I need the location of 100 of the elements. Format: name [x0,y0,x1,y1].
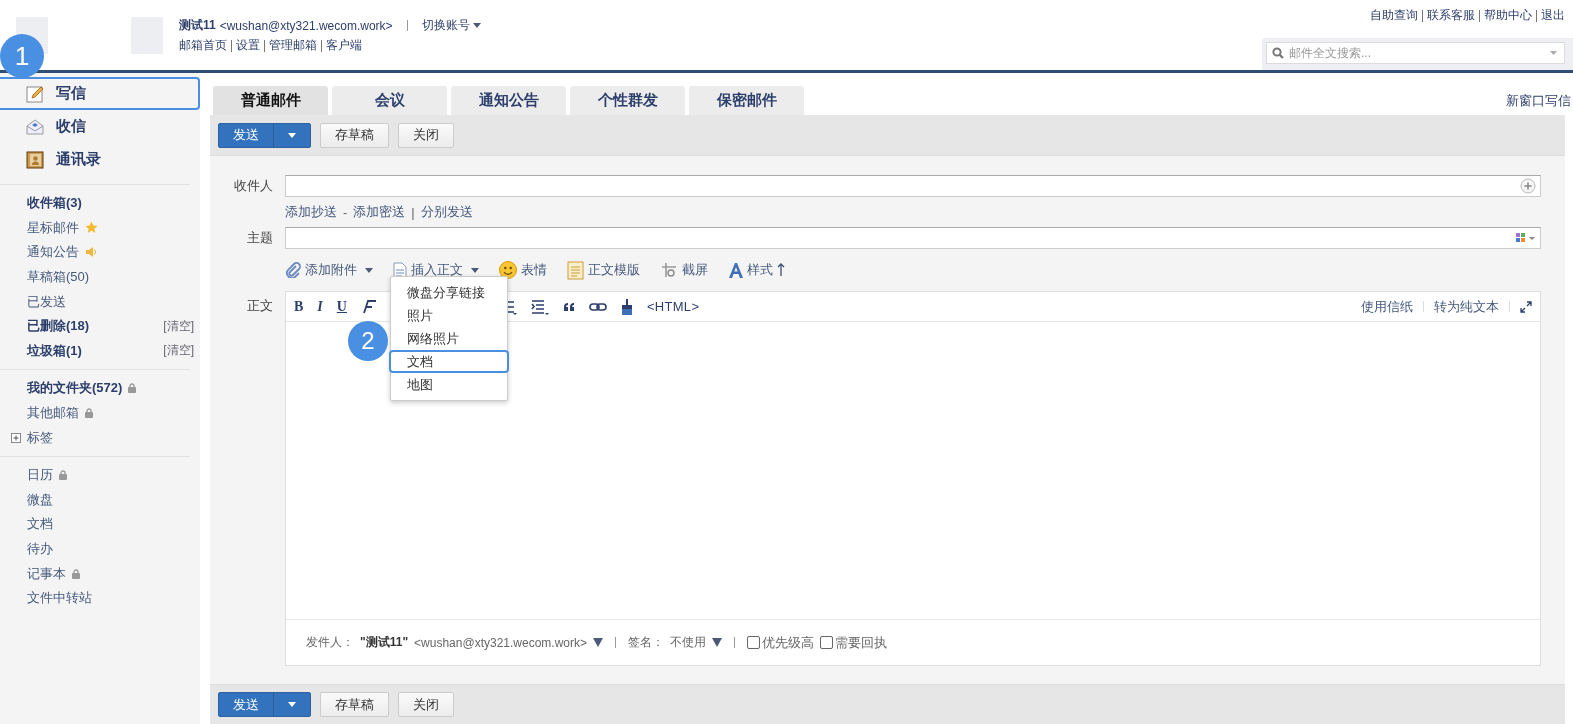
recipient-link[interactable]: 添加密送 [353,203,406,221]
folder-link[interactable]: 文档 [27,515,53,534]
account-email: <wushan@xty321.wecom.work> [219,18,393,33]
caret-icon[interactable] [593,638,603,647]
sidebar-item[interactable]: 收信 [0,110,190,143]
html-button[interactable]: <HTML> [646,299,700,314]
menu-item[interactable]: 网络照片 [389,327,509,350]
send-button[interactable]: 发送 [218,692,311,717]
field-label: 主题 [246,229,273,247]
scissors-icon [660,262,678,278]
caret-icon[interactable] [712,638,722,647]
quote-icon[interactable] [562,301,575,312]
nav-link[interactable]: 设置 [236,37,260,54]
top-link[interactable]: 自助查询 [1370,7,1418,24]
toolbar-item[interactable]: 样式 [728,261,785,279]
folder-link[interactable]: 已删除(18) [27,317,90,336]
folder-link[interactable]: 通知公告 [27,243,79,262]
compose-icon [26,84,44,103]
brush-icon[interactable] [620,298,633,315]
tab[interactable]: 会议 [332,86,447,115]
clear-link[interactable]: [清空] [163,317,194,335]
star-icon [85,221,98,235]
lock-icon [72,568,80,579]
contacts-icon [26,150,44,169]
subject-field[interactable] [285,227,1541,249]
recipient-link[interactable]: 添加抄送 [285,203,337,221]
format-button[interactable]: U [336,298,347,315]
nav-link[interactable]: 管理邮箱 [269,37,317,54]
folder-link[interactable]: 文件中转站 [27,589,92,608]
speaker-icon [85,246,97,259]
paperclip-icon [285,262,301,278]
sidebar-item[interactable]: 通讯录 [0,143,190,176]
lock-icon [128,383,137,394]
sidebar-item[interactable]: 写信 [0,77,200,110]
separator-text: | [411,204,415,220]
template-icon [567,260,584,280]
checkbox-label: 优先级高 [762,633,814,652]
switch-account-link[interactable]: 切换账号 [421,17,481,34]
folder-link[interactable]: 草稿箱(50) [27,268,90,287]
checkbox-label: 需要回执 [835,633,887,652]
link-icon[interactable] [588,301,607,312]
menu-item[interactable]: 地图 [389,373,509,396]
folder-link[interactable]: 已发送 [27,292,66,311]
folder-link[interactable]: 收件箱(3) [27,194,82,213]
signature-label: 签名： [628,634,664,651]
send-button[interactable]: 发送 [218,122,311,148]
nav-link[interactable]: 邮箱首页 [179,37,227,54]
toolbar-item[interactable]: 表情 [499,261,547,279]
indent-icon[interactable] [530,298,549,315]
top-link[interactable]: 联系客服 [1427,7,1475,24]
editor-link[interactable]: 转为纯文本 [1434,297,1499,316]
checkbox[interactable] [820,636,833,649]
field-label: 正文 [246,297,273,315]
separator-text: - [343,204,348,220]
sender-email: <wushan@xty321.wecom.work> [414,635,587,650]
folder-link[interactable]: 标签 [27,428,53,447]
folder-link[interactable]: 我的文件夹(572) [27,379,123,398]
close-button[interactable]: 关闭 [398,692,454,717]
menu-item[interactable]: 照片 [389,304,509,327]
folder-link[interactable]: 日历 [27,466,53,485]
save-draft-button[interactable]: 存草稿 [320,692,389,717]
checkbox[interactable] [747,636,760,649]
menu-item[interactable]: 文档 [389,350,509,373]
recipient-field[interactable] [285,175,1541,197]
folder-link[interactable]: 记事本 [27,564,66,583]
folder-link[interactable]: 垃圾箱(1) [27,341,82,360]
tab[interactable]: 保密邮件 [689,86,804,115]
tab[interactable]: 普通邮件 [213,86,328,115]
format-button[interactable]: I [317,298,323,315]
nav-link[interactable]: 客户端 [326,37,362,54]
tab[interactable]: 通知公告 [451,86,566,115]
editor-link[interactable]: 使用信纸 [1361,297,1413,316]
toolbar-item[interactable]: 截屏 [660,261,708,279]
color-grid-icon[interactable] [1516,233,1536,243]
new-window-link[interactable]: 新窗口写信 [1506,91,1571,110]
font-style-icon [728,261,743,279]
tab[interactable]: 个性群发 [570,86,685,115]
lock-icon [85,408,93,419]
top-link[interactable]: 退出 [1541,7,1565,24]
recipient-link[interactable]: 分别发送 [420,203,473,221]
format-button[interactable]: B [294,298,304,315]
close-button[interactable]: 关闭 [398,122,454,148]
account-name: 测试11 [179,17,216,34]
caret-icon [288,702,296,707]
top-link[interactable]: 帮助中心 [1484,7,1532,24]
sort-icon [777,263,785,277]
caret-icon [472,23,481,28]
toolbar-item[interactable]: 添加附件 [285,261,373,279]
save-draft-button[interactable]: 存草稿 [320,122,389,148]
folder-link[interactable]: 其他邮箱 [27,404,79,423]
toolbar-item[interactable]: 正文模版 [567,260,640,280]
folder-link[interactable]: 星标邮件 [27,218,79,237]
clear-link[interactable]: [清空] [163,342,194,360]
inbox-icon [26,117,44,136]
folder-link[interactable]: 微盘 [27,490,53,509]
folder-link[interactable]: 待办 [27,540,53,558]
dropdown-icon [1550,51,1557,55]
expand-icon[interactable] [1520,300,1532,313]
search-field[interactable]: 邮件全文搜索... [1266,42,1565,64]
search-icon [1272,47,1284,59]
